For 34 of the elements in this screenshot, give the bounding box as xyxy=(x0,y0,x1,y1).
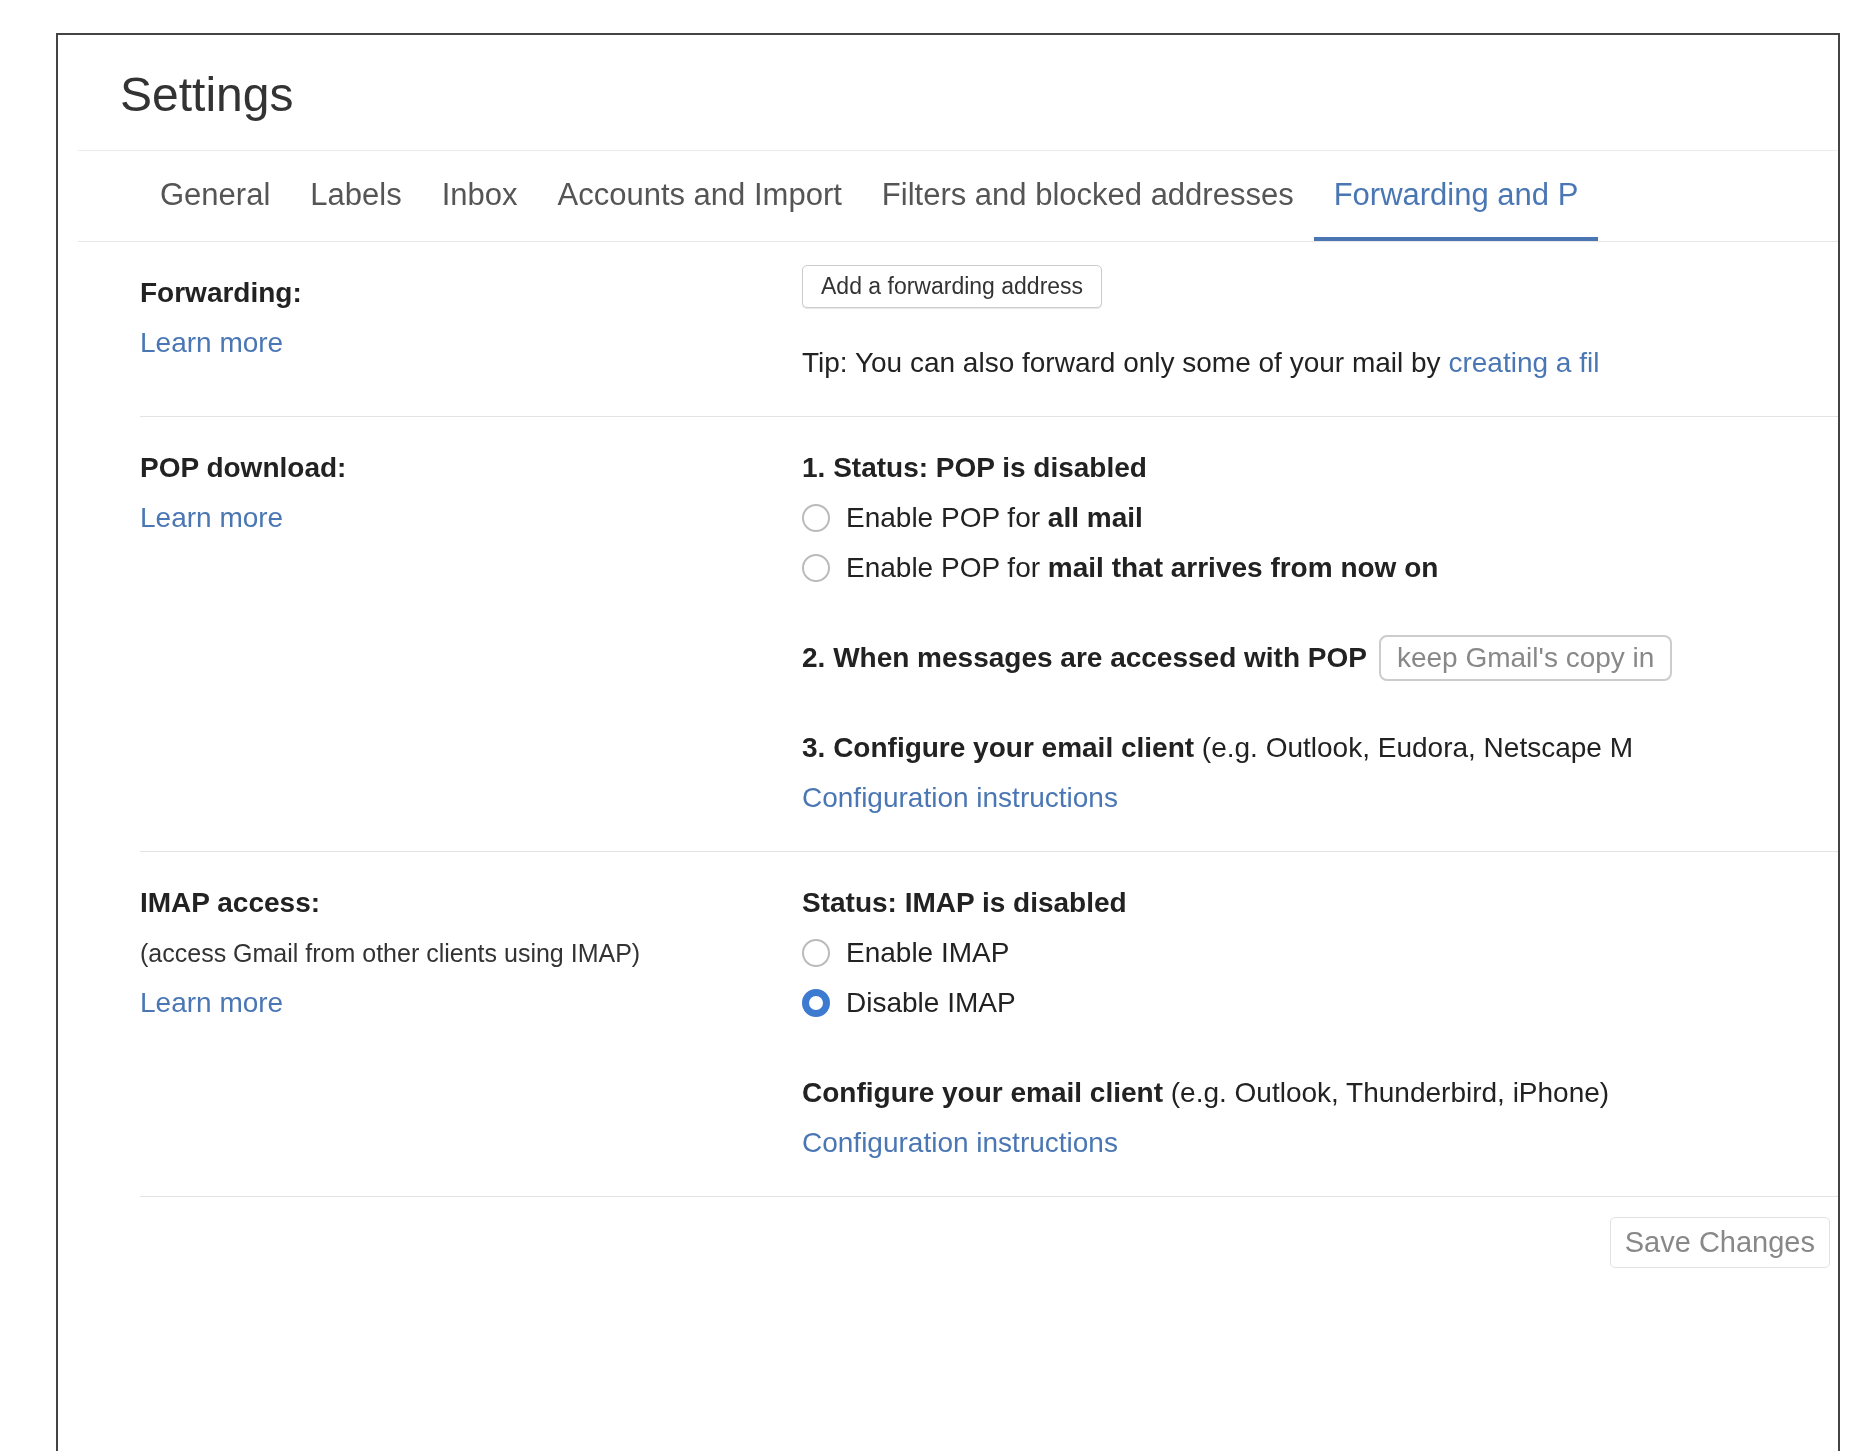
create-filter-link[interactable]: creating a fil xyxy=(1448,347,1600,378)
setting-label: Forwarding: xyxy=(140,276,302,310)
learn-more-link[interactable]: Learn more xyxy=(140,318,284,368)
radio-label: Enable IMAP xyxy=(846,936,1010,970)
status-text: 1. Status: POP is disabled xyxy=(802,451,1147,485)
radio-label: Enable POP for mail that arrives from now on xyxy=(846,551,1439,585)
pop-access-label: 2. When messages are accessed with POP xyxy=(802,641,1367,675)
settings-tab[interactable]: Accounts and Import xyxy=(537,151,862,241)
setting-label: IMAP access: xyxy=(140,886,321,920)
radio-button[interactable] xyxy=(802,989,830,1017)
pop-action-dropdown[interactable]: keep Gmail's copy in xyxy=(1378,635,1673,681)
status-text: Status: IMAP is disabled xyxy=(802,886,1127,920)
tip-text: Tip: You can also forward only some of your mail by creating a fil xyxy=(802,346,1600,380)
settings-tab[interactable]: Inbox xyxy=(421,151,538,241)
configure-text: 3. Configure your email client (e.g. Outlook, Eudora, Netscape M xyxy=(802,731,1633,765)
radio-button[interactable] xyxy=(802,504,830,532)
configuration-link[interactable]: Configuration instructions xyxy=(802,1118,1118,1168)
radio-label: Disable IMAP xyxy=(846,986,1016,1020)
learn-more-link[interactable]: Learn more xyxy=(140,493,284,543)
radio-button[interactable] xyxy=(802,939,830,967)
settings-tab[interactable]: Labels xyxy=(290,151,422,241)
configuration-link[interactable]: Configuration instructions xyxy=(802,773,1118,823)
settings-tab[interactable]: Forwarding and P xyxy=(1313,151,1599,241)
settings-tab[interactable]: Filters and blocked addresses xyxy=(861,151,1314,241)
learn-more-link[interactable]: Learn more xyxy=(140,978,284,1028)
setting-label: POP download: xyxy=(140,451,347,485)
radio-button[interactable] xyxy=(802,554,830,582)
radio-label: Enable POP for all mail xyxy=(846,501,1143,535)
add-forwarding-button[interactable]: Add a forwarding address xyxy=(802,265,1103,308)
settings-tab[interactable]: General xyxy=(140,151,291,241)
save-changes-button[interactable]: Save Changes xyxy=(1609,1217,1830,1268)
configure-text: Configure your email client (e.g. Outlook, Thunderbird, iPhone) xyxy=(802,1076,1610,1110)
settings-title: Settings xyxy=(78,35,1838,151)
setting-note: (access Gmail from other clients using IMAP) xyxy=(140,938,641,969)
